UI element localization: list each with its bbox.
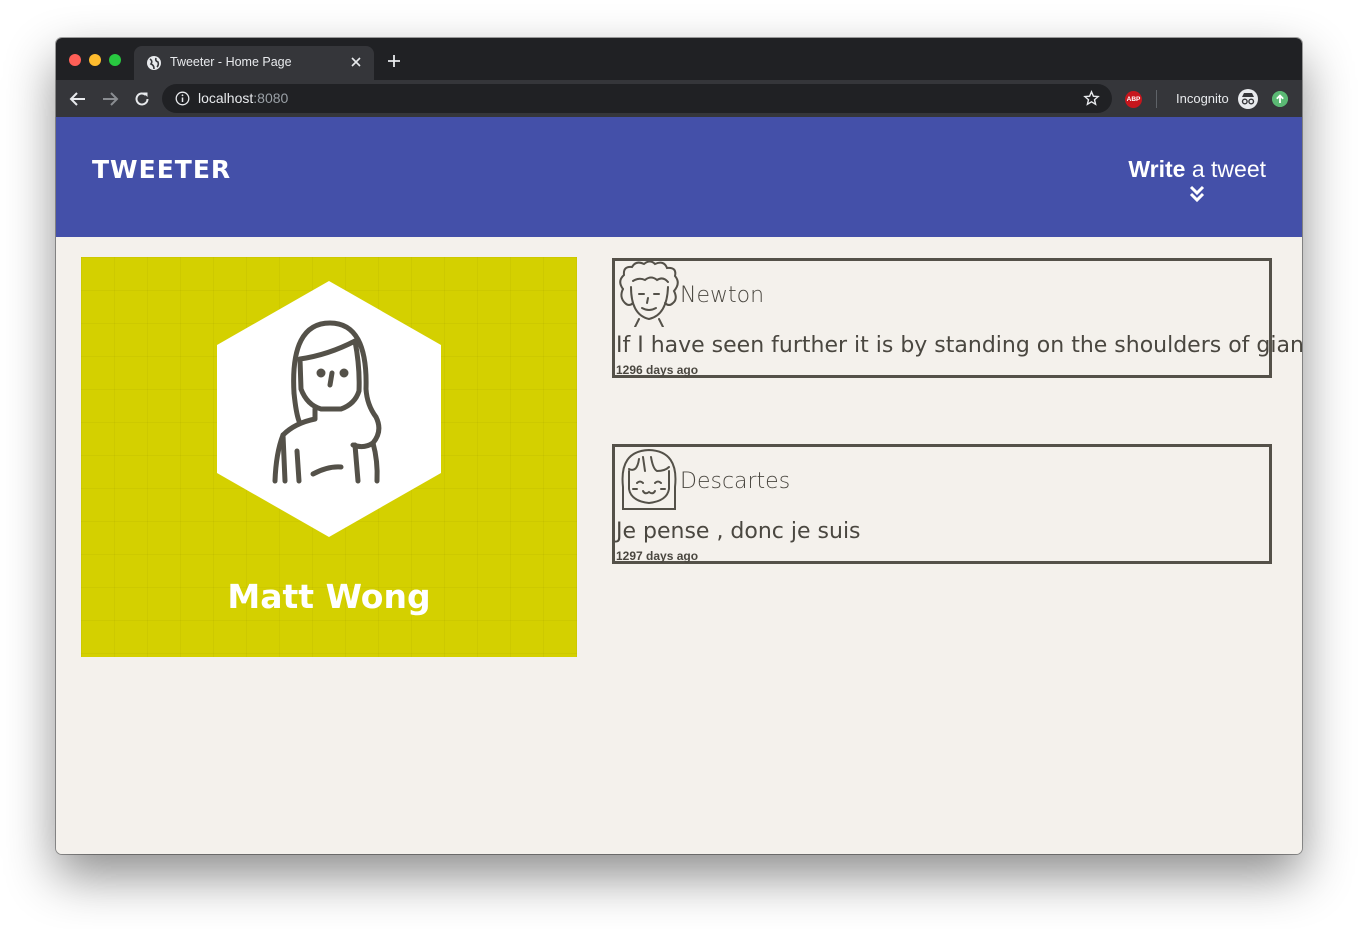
tweet-text: If I have seen further it is by standing… [616, 333, 1302, 358]
compose-label-bold: Write [1128, 156, 1186, 182]
tab-title: Tweeter - Home Page [170, 55, 292, 69]
profile-card: Matt Wong [81, 257, 577, 657]
curly-hair-avatar-icon [619, 261, 679, 327]
site-header: TWEETER Write a tweet [56, 117, 1302, 237]
profile-name: Matt Wong [227, 577, 431, 616]
info-icon[interactable] [175, 91, 190, 106]
update-arrow-icon[interactable] [1272, 91, 1288, 107]
back-arrow-icon[interactable] [69, 90, 87, 108]
bangs-hair-avatar-icon [621, 448, 677, 510]
tweet-timestamp: 1297 days ago [616, 549, 699, 563]
toolbar-divider [1156, 90, 1157, 108]
tweet-card: Newton If I have seen further it is by s… [612, 258, 1302, 378]
star-icon[interactable] [1083, 90, 1100, 107]
close-icon[interactable] [348, 54, 364, 70]
url-port: :8080 [253, 90, 289, 106]
tab-strip: Tweeter - Home Page [56, 38, 1302, 80]
forward-arrow-icon[interactable] [101, 90, 119, 108]
address-bar[interactable]: localhost:8080 [162, 84, 1112, 113]
double-chevron-down-icon[interactable] [1188, 185, 1206, 203]
page-content: TWEETER Write a tweet Matt Wong Newton I… [56, 117, 1302, 854]
tweet-card: Descartes Je pense , donc je suis 1297 d… [612, 444, 1272, 564]
adblock-icon[interactable]: ABP [1125, 91, 1142, 108]
url-host: localhost [198, 90, 254, 106]
tweet-author: Newton [680, 283, 765, 308]
close-window-button[interactable] [69, 54, 81, 66]
tab-home[interactable]: Tweeter - Home Page [134, 46, 374, 80]
globe-icon [147, 56, 161, 70]
avatar [217, 281, 441, 537]
maximize-window-button[interactable] [109, 54, 121, 66]
compose-label-light: a tweet [1185, 156, 1266, 182]
tweet-timestamp: 1296 days ago [616, 363, 699, 377]
browser-window: Tweeter - Home Page localhost:8080 ABP I… [56, 38, 1302, 854]
reload-icon[interactable] [133, 90, 151, 108]
plus-icon[interactable] [386, 53, 402, 69]
tweet-text: Je pense , donc je suis [616, 519, 861, 544]
browser-toolbar: localhost:8080 ABP Incognito [56, 80, 1302, 118]
minimize-window-button[interactable] [89, 54, 101, 66]
incognito-icon[interactable] [1237, 88, 1259, 110]
site-logo[interactable]: TWEETER [92, 155, 231, 184]
url-text: localhost:8080 [198, 90, 288, 106]
tweet-author: Descartes [680, 469, 791, 494]
incognito-label: Incognito [1176, 91, 1229, 106]
compose-tweet-toggle[interactable]: Write a tweet [1128, 156, 1266, 203]
